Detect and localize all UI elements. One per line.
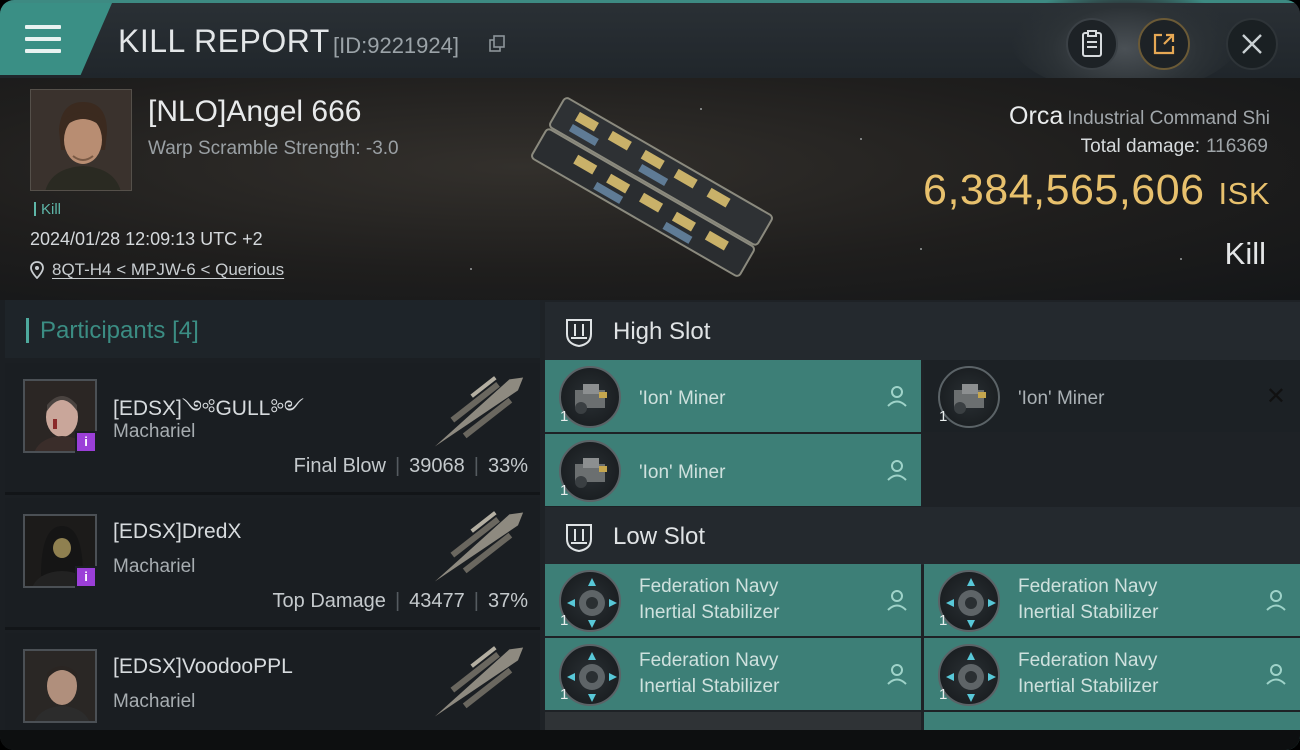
low-slot-icon [566, 524, 592, 553]
participant-ship-image [434, 511, 524, 582]
participant-ship: Machariel [113, 556, 196, 577]
participant-corp-badge: i [75, 566, 97, 588]
user-icon [1266, 664, 1286, 685]
participant-stats: Top Damage | 43477 | 37% [272, 590, 528, 612]
total-damage: Total damage: 116369 [1080, 136, 1268, 157]
page-title: KILL REPORT [118, 23, 330, 59]
victim-pilot-name[interactable]: [NLO]Angel 666 [148, 95, 361, 129]
low-slot-label: Low Slot [613, 523, 706, 550]
victim-portrait[interactable] [30, 89, 132, 191]
module-item[interactable]: 1 'Ion' Miner ✕ [924, 360, 1300, 432]
module-name: 'Ion' Miner [639, 388, 726, 409]
module-quantity: 1 [939, 408, 948, 425]
report-id: [ID:9221924] [333, 33, 459, 58]
kill-result: Kill [1224, 236, 1266, 271]
module-item[interactable]: 1 'Ion' Miner [545, 434, 921, 506]
copy-icon[interactable] [488, 35, 506, 53]
high-slot-header: High Slot [545, 302, 1300, 360]
low-slot-header: Low Slot [545, 507, 1300, 565]
clipboard-button[interactable] [1066, 18, 1118, 70]
location-link[interactable]: 8QT-H4 < MPJW-6 < Querious [52, 260, 284, 280]
module-item[interactable]: 1 Federation Navy Inertial Stabilizer [924, 638, 1300, 710]
participants-count: [4] [172, 317, 199, 344]
module-name: Federation Navy Inertial Stabilizer [1018, 576, 1159, 623]
kill-report-screen: KILL REPORT [ID:9221924] [NLO]Angel 666 … [0, 0, 1300, 750]
clipboard-icon [1082, 30, 1102, 57]
module-quantity: 1 [560, 686, 569, 703]
participant-row[interactable]: i [EDSX]༺GULL༻ Machariel Final Blow | 3906… [5, 363, 540, 495]
module-quantity: 1 [939, 686, 948, 703]
kill-datetime: 2024/01/28 12:09:13 UTC +2 [30, 229, 263, 249]
hamburger-icon [25, 25, 61, 53]
top-bar: KILL REPORT [ID:9221924] [0, 0, 1300, 93]
location-pin-icon [30, 261, 44, 279]
user-icon [887, 386, 907, 407]
module-quantity: 1 [939, 612, 948, 629]
module-name: 'Ion' Miner [1018, 388, 1105, 409]
module-quantity: 1 [560, 612, 569, 629]
bottom-edge [0, 730, 1300, 750]
victim-panel: [NLO]Angel 666 Warp Scramble Strength: -… [0, 78, 1300, 300]
menu-button[interactable] [0, 3, 112, 75]
module-name: Federation Navy Inertial Stabilizer [639, 650, 780, 697]
close-icon [1242, 34, 1262, 54]
participant-corp-badge: i [75, 431, 97, 453]
avatar [31, 90, 131, 190]
warp-scramble-strength: Warp Scramble Strength: -3.0 [148, 138, 399, 159]
share-button[interactable] [1138, 18, 1190, 70]
module-item[interactable]: 1 Federation Navy Inertial Stabilizer [545, 638, 921, 710]
module-quantity: 1 [560, 482, 569, 499]
participant-avatar [23, 649, 97, 723]
destroyed-icon: ✕ [1265, 383, 1286, 410]
participant-name: [EDSX]DredX [113, 520, 242, 543]
victim-ship-name[interactable]: Orca Industrial Command Shi [1009, 102, 1270, 131]
user-icon [887, 460, 907, 481]
user-icon [1266, 590, 1286, 611]
participant-ship-image [434, 646, 524, 717]
module-name: 'Ion' Miner [639, 462, 726, 483]
kill-location[interactable]: 8QT-H4 < MPJW-6 < Querious [30, 260, 284, 280]
kill-tag: Kill [34, 201, 61, 218]
participant-ship: Machariel [113, 421, 196, 442]
module-name: Federation Navy Inertial Stabilizer [639, 576, 780, 623]
module-name: Federation Navy Inertial Stabilizer [1018, 650, 1159, 697]
module-item[interactable]: 1 'Ion' Miner [545, 360, 921, 432]
close-button[interactable] [1226, 18, 1278, 70]
participant-row[interactable]: i [EDSX]DredX Machariel Top Damage | 43477… [5, 498, 540, 630]
share-icon [1153, 33, 1175, 55]
participant-ship: Machariel [113, 691, 196, 712]
participants-header[interactable]: Participants [4] [5, 300, 540, 358]
user-icon [887, 664, 907, 685]
victim-ship-image[interactable] [512, 92, 792, 282]
isk-value: 6,384,565,606 ISK [923, 166, 1270, 214]
high-slot-icon [566, 319, 592, 348]
high-slot-label: High Slot [613, 318, 711, 345]
participant-ship-image [434, 376, 524, 447]
participant-stats: Final Blow | 39068 | 33% [293, 455, 528, 477]
participants-title: Participants [40, 317, 166, 344]
module-item[interactable]: 1 Federation Navy Inertial Stabilizer [924, 564, 1300, 636]
fitting-panel: High Slot 1 'Ion' Miner 1 'Ion' Miner ✕ … [540, 300, 1300, 750]
module-quantity: 1 [560, 408, 569, 425]
participants-panel: Participants [4] i [EDSX]༺GULL༻ Macharie… [0, 300, 540, 750]
module-item[interactable]: 1 Federation Navy Inertial Stabilizer [545, 564, 921, 636]
participant-name: [EDSX]VoodooPPL [113, 655, 293, 678]
user-icon [887, 590, 907, 611]
